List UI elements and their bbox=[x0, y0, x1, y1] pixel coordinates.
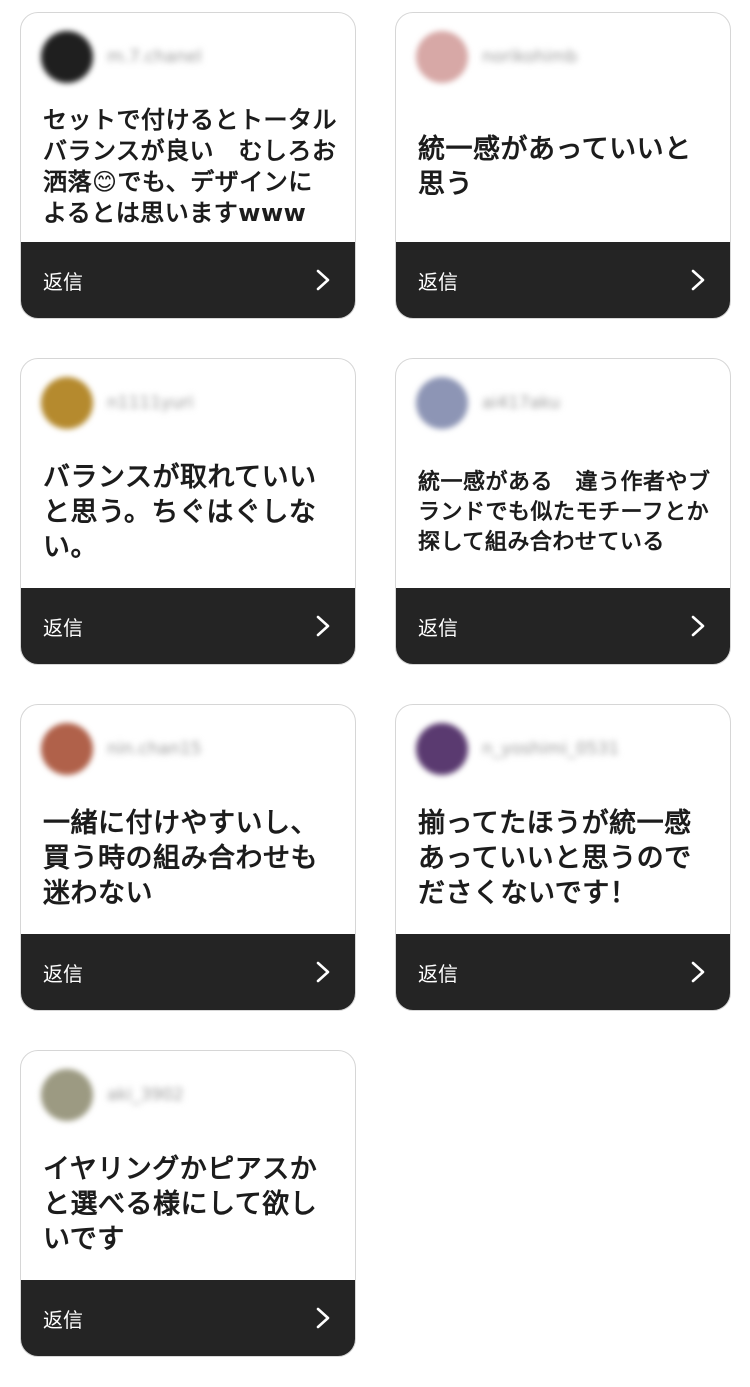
avatar[interactable] bbox=[41, 723, 93, 775]
chevron-right-icon bbox=[316, 615, 330, 637]
avatar[interactable] bbox=[41, 31, 93, 83]
reply-label: 返信 bbox=[43, 615, 83, 640]
reply-button[interactable]: 返信 bbox=[396, 242, 730, 318]
comment-area: 揃ってたほうが統一感あっていいと思うのでださくないです！ bbox=[418, 783, 712, 934]
comment-text: イヤリングかピアスかと選べる様にして欲しいです bbox=[43, 1154, 318, 1255]
username[interactable]: norikohimb bbox=[482, 47, 577, 67]
comment-text: 統一感があっていいと思う bbox=[418, 133, 692, 200]
comment-text: 揃ってたほうが統一感あっていいと思うのでださくないです！ bbox=[418, 808, 692, 909]
card-header: aki_3902 bbox=[41, 1069, 184, 1121]
chevron-right-icon bbox=[691, 615, 705, 637]
reply-button[interactable]: 返信 bbox=[396, 934, 730, 1010]
chevron-right-icon bbox=[691, 269, 705, 291]
username[interactable]: n1111yuri bbox=[107, 393, 194, 413]
comment-card: nin.chan15 一緒に付けやすいし、買う時の組み合わせも迷わない 返信 bbox=[20, 704, 356, 1011]
username[interactable]: aki_3902 bbox=[107, 1085, 184, 1105]
comment-text: セットで付けるとトータルバランスが良い むしろお洒落😊でも、デザインによるとは思… bbox=[43, 105, 337, 227]
avatar[interactable] bbox=[416, 377, 468, 429]
comment-text: 統一感がある 違う作者やブランドでも似たモチーフとか探して組み合わせている bbox=[418, 469, 711, 555]
reply-button[interactable]: 返信 bbox=[21, 242, 355, 318]
card-header: n_yoshimi_0531 bbox=[416, 723, 619, 775]
reply-button[interactable]: 返信 bbox=[21, 588, 355, 664]
reply-button[interactable]: 返信 bbox=[21, 934, 355, 1010]
reply-label: 返信 bbox=[418, 615, 458, 640]
avatar[interactable] bbox=[416, 723, 468, 775]
card-header: n1111yuri bbox=[41, 377, 194, 429]
comment-area: 一緒に付けやすいし、買う時の組み合わせも迷わない bbox=[43, 783, 337, 934]
avatar[interactable] bbox=[416, 31, 468, 83]
comment-text: 一緒に付けやすいし、買う時の組み合わせも迷わない bbox=[43, 808, 318, 909]
reply-label: 返信 bbox=[43, 961, 83, 986]
chevron-right-icon bbox=[316, 1307, 330, 1329]
comment-card: n1111yuri バランスが取れていいと思う。ちぐはぐしない。 返信 bbox=[20, 358, 356, 665]
card-header: m.7.chanel bbox=[41, 31, 202, 83]
username[interactable]: nin.chan15 bbox=[107, 739, 202, 759]
reply-label: 返信 bbox=[43, 269, 83, 294]
comment-area: イヤリングかピアスかと選べる様にして欲しいです bbox=[43, 1129, 337, 1280]
reply-label: 返信 bbox=[418, 961, 458, 986]
card-header: nin.chan15 bbox=[41, 723, 202, 775]
avatar[interactable] bbox=[41, 1069, 93, 1121]
reply-label: 返信 bbox=[43, 1307, 83, 1332]
comment-card: n_yoshimi_0531 揃ってたほうが統一感あっていいと思うのでださくない… bbox=[395, 704, 731, 1011]
comment-area: バランスが取れていいと思う。ちぐはぐしない。 bbox=[43, 437, 337, 588]
comment-card: aki_3902 イヤリングかピアスかと選べる様にして欲しいです 返信 bbox=[20, 1050, 356, 1357]
username[interactable]: m.7.chanel bbox=[107, 47, 202, 67]
chevron-right-icon bbox=[316, 961, 330, 983]
comment-area: 統一感があっていいと思う bbox=[418, 91, 712, 242]
chevron-right-icon bbox=[691, 961, 705, 983]
username[interactable]: n_yoshimi_0531 bbox=[482, 739, 619, 759]
comment-area: セットで付けるとトータルバランスが良い むしろお洒落😊でも、デザインによるとは思… bbox=[43, 91, 337, 242]
reply-button[interactable]: 返信 bbox=[396, 588, 730, 664]
reply-button[interactable]: 返信 bbox=[21, 1280, 355, 1356]
card-header: norikohimb bbox=[416, 31, 577, 83]
chevron-right-icon bbox=[316, 269, 330, 291]
comment-card: m.7.chanel セットで付けるとトータルバランスが良い むしろお洒落😊でも… bbox=[20, 12, 356, 319]
comment-card: ai417aku 統一感がある 違う作者やブランドでも似たモチーフとか探して組み… bbox=[395, 358, 731, 665]
comment-text: バランスが取れていいと思う。ちぐはぐしない。 bbox=[43, 462, 317, 563]
comment-card: norikohimb 統一感があっていいと思う 返信 bbox=[395, 12, 731, 319]
comment-area: 統一感がある 違う作者やブランドでも似たモチーフとか探して組み合わせている bbox=[418, 437, 712, 588]
username[interactable]: ai417aku bbox=[482, 393, 560, 413]
card-header: ai417aku bbox=[416, 377, 560, 429]
reply-label: 返信 bbox=[418, 269, 458, 294]
avatar[interactable] bbox=[41, 377, 93, 429]
